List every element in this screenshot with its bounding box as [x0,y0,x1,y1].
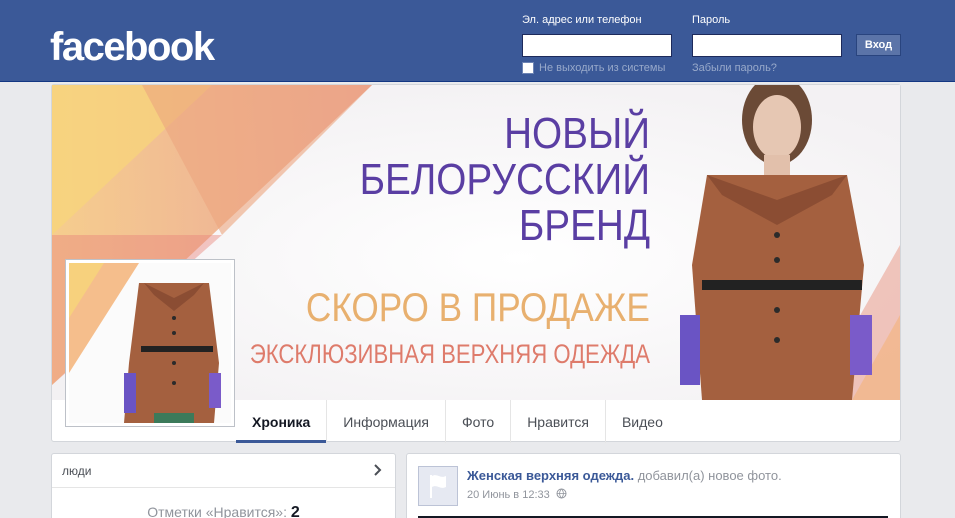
keep-logged-in-label[interactable]: Не выходить из системы [539,62,665,74]
chevron-right-icon[interactable] [373,463,383,477]
cover-card: НОВЫЙ БЕЛОРУССКИЙ БРЕНД СКОРО В ПРОДАЖЕ … [51,84,901,443]
top-bar: facebook Эл. адрес или телефон Пароль Вх… [0,0,955,82]
cover-exclusive-text: ЭКСКЛЮЗИВНАЯ ВЕРХНЯЯ ОДЕЖДА [249,339,650,369]
people-panel: люди Отметки «Нравится»: 2 [51,453,396,518]
post-action-text: добавил(а) новое фото. [637,468,782,483]
post-author-link[interactable]: Женская верхняя одежда. [467,468,634,483]
cover-headline-line-3: БРЕНД [518,201,650,250]
login-button[interactable]: Вход [856,34,901,56]
tab-timeline[interactable]: Хроника [236,400,327,443]
profile-tabs: Хроника Информация Фото Нравится Видео [236,400,679,443]
tab-photos[interactable]: Фото [445,400,510,443]
email-label: Эл. адрес или телефон [522,14,642,26]
people-panel-title: люди [62,464,92,478]
password-label: Пароль [692,14,731,26]
flag-icon [419,467,457,505]
keep-logged-in-checkbox[interactable] [522,62,534,74]
cover-headline-line-1: НОВЫЙ [503,109,650,158]
globe-icon [556,488,567,499]
profile-picture[interactable] [65,259,235,427]
email-field[interactable] [522,34,672,57]
cover-headline-line-2: БЕЛОРУССКИЙ [359,155,650,204]
tab-videos[interactable]: Видео [604,400,679,443]
page-avatar[interactable] [418,466,458,506]
cover-soon-text: СКОРО В ПРОДАЖЕ [306,286,650,330]
likes-label: Отметки «Нравится»: [147,504,287,518]
post-time-text[interactable]: 20 Июнь в 12:33 [467,489,550,501]
post-timestamp[interactable]: 20 Июнь в 12:33 [467,488,567,501]
people-panel-header[interactable]: люди [52,454,395,488]
forgot-password-link[interactable]: Забыли пароль? [692,62,777,74]
tab-info[interactable]: Информация [326,400,445,443]
timeline-post: Женская верхняя одежда. добавил(а) новое… [406,453,901,518]
profile-picture-art [69,263,231,423]
cover-headline: НОВЫЙ БЕЛОРУССКИЙ БРЕНД [360,111,650,249]
likes-count[interactable]: 2 [291,504,300,518]
likes-summary: Отметки «Нравится»: 2 [52,504,395,518]
facebook-logo[interactable]: facebook [50,24,215,70]
password-field[interactable] [692,34,842,57]
tab-likes[interactable]: Нравится [510,400,605,443]
post-header: Женская верхняя одежда. добавил(а) новое… [467,468,782,483]
